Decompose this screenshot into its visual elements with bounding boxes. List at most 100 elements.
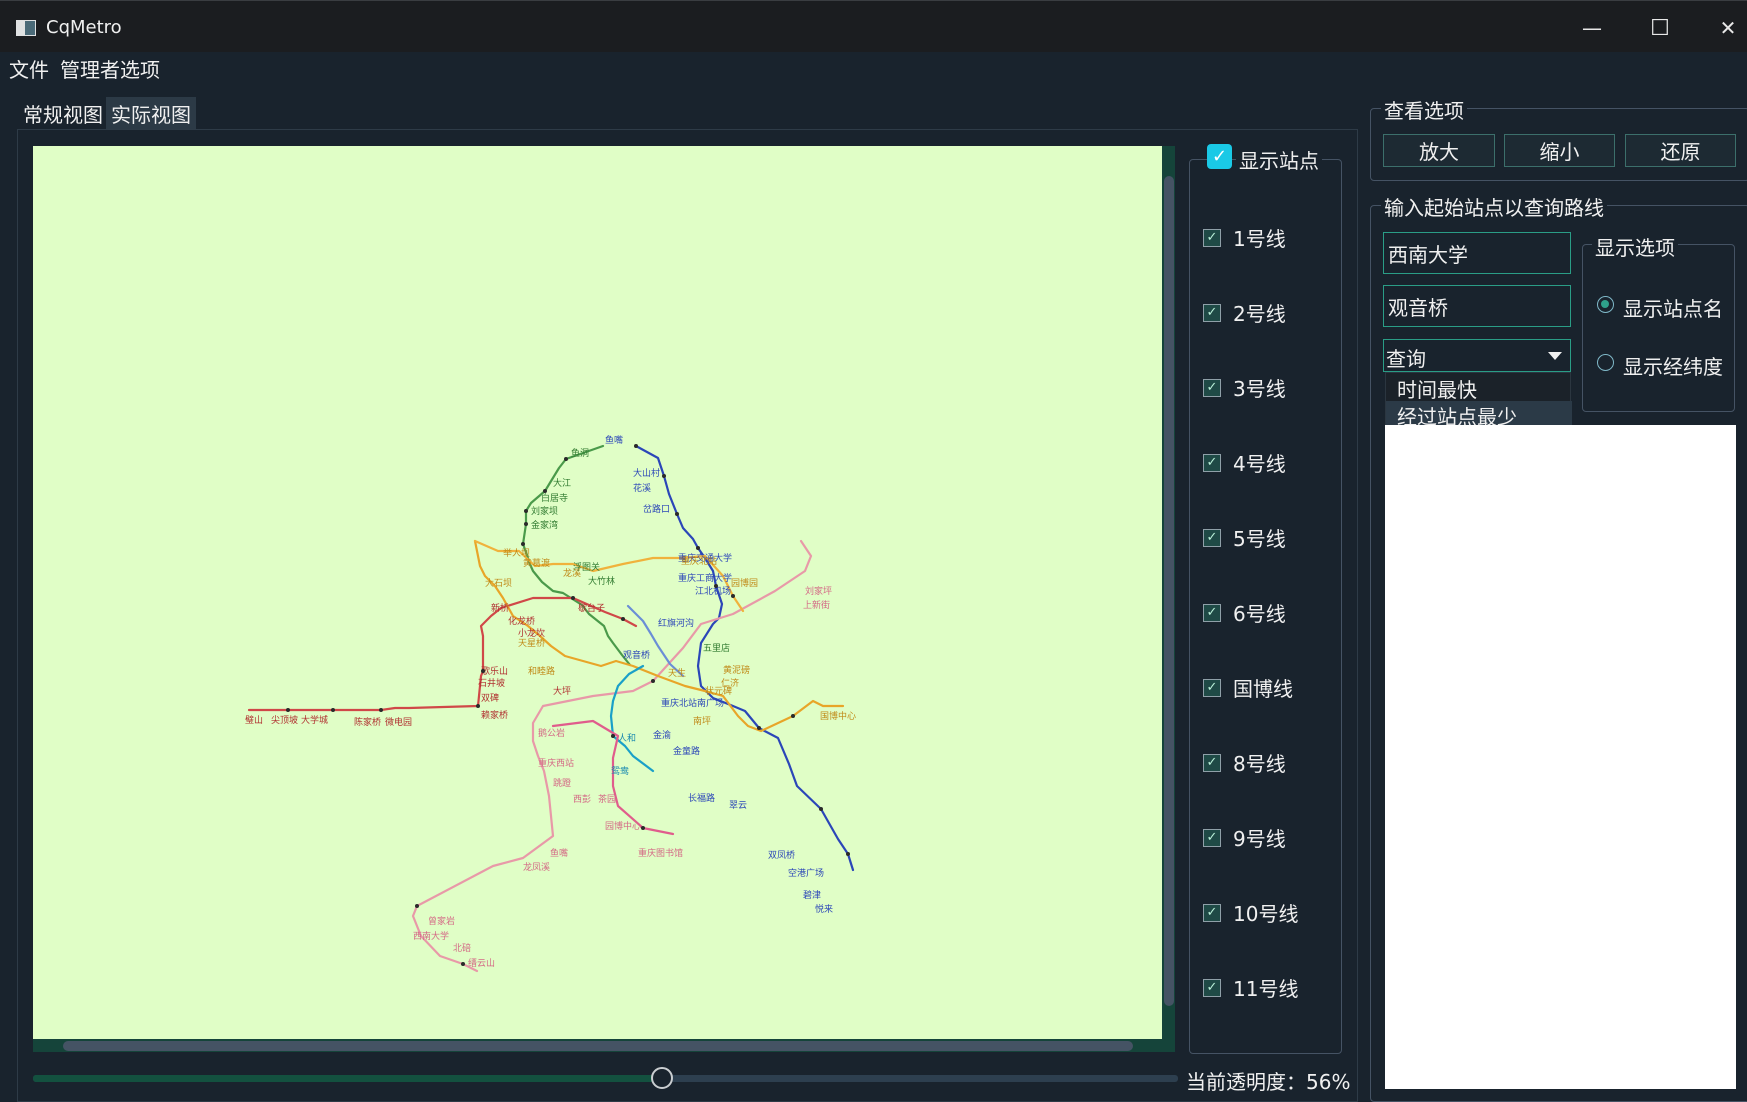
route-result-area[interactable]	[1385, 425, 1736, 1089]
display-options-groupbox	[1582, 244, 1735, 412]
map-label: 双凤桥	[768, 849, 795, 861]
line-checkbox[interactable]: ✓	[1203, 528, 1221, 547]
map-label: 陈家桥	[354, 716, 381, 728]
line-label[interactable]: 2号线	[1233, 298, 1286, 327]
app-icon	[16, 20, 36, 36]
line-label[interactable]: 6号线	[1233, 598, 1286, 627]
map-label: 大竹林	[588, 575, 615, 587]
map-label: 五里店	[703, 642, 730, 654]
line-label[interactable]: 9号线	[1233, 823, 1286, 852]
map-label: 璧山	[245, 714, 263, 726]
show-coords-label[interactable]: 显示经纬度	[1623, 351, 1723, 380]
tab-actual-view[interactable]: 实际视图	[106, 97, 196, 129]
map-label: 举人坝	[503, 547, 530, 559]
map-label: 鱼嘴	[605, 434, 623, 446]
menu-admin[interactable]: 管理者选项	[60, 54, 160, 83]
map-label: 和睦路	[528, 665, 555, 677]
minimize-button[interactable]: —	[1572, 11, 1612, 45]
metro-map-svg: 鱼洞 鱼嘴 大江 白居寺 刘家坝 金家湾 大山村 花溪 岔路口 重庆交通大学 重…	[245, 434, 856, 973]
line-checkbox[interactable]: ✓	[1203, 303, 1221, 322]
line-5-path	[609, 664, 655, 773]
line-label[interactable]: 1号线	[1233, 223, 1286, 252]
line-filter-item[interactable]: ✓ 4号线	[1203, 448, 1286, 477]
map-label: 上新街	[803, 599, 830, 611]
dropdown-option-fastest[interactable]: 时间最快	[1386, 374, 1572, 402]
map-label: 西彭	[573, 793, 591, 805]
chevron-down-icon	[1548, 352, 1562, 360]
map-label: 化龙桥	[508, 615, 535, 627]
zoom-out-button[interactable]: 缩小	[1504, 134, 1615, 167]
line-label[interactable]: 3号线	[1233, 373, 1286, 402]
map-label: 赖家桥	[481, 709, 508, 721]
opacity-slider-handle[interactable]	[651, 1067, 673, 1089]
line-filter-item[interactable]: ✓ 1号线	[1203, 223, 1286, 252]
view-options-title: 查看选项	[1381, 95, 1467, 124]
line-filter-item[interactable]: ✓ 2号线	[1203, 298, 1286, 327]
line-filter-item[interactable]: ✓ 9号线	[1203, 823, 1286, 852]
menu-file[interactable]: 文件	[9, 54, 49, 83]
line-label[interactable]: 8号线	[1233, 748, 1286, 777]
line-checkbox[interactable]: ✓	[1203, 828, 1221, 847]
line-label[interactable]: 11号线	[1233, 973, 1298, 1002]
line-filter-item[interactable]: ✓ 11号线	[1203, 973, 1298, 1002]
query-mode-select[interactable]: 查询	[1383, 339, 1571, 372]
map-label: 北碚	[453, 942, 471, 954]
map-label: 缙云山	[468, 957, 495, 969]
map-label: 石井坡	[478, 677, 505, 689]
tab-normal-view[interactable]: 常规视图	[18, 97, 108, 129]
line-filter-item[interactable]: ✓ 5号线	[1203, 523, 1286, 552]
line-checkbox[interactable]: ✓	[1203, 903, 1221, 922]
line-checkbox[interactable]: ✓	[1203, 378, 1221, 397]
maximize-button[interactable]: ☐	[1640, 11, 1680, 45]
map-label: 刘家坝	[531, 505, 558, 517]
map-label: 西南大学	[413, 930, 449, 942]
line-label[interactable]: 10号线	[1233, 898, 1298, 927]
opacity-label: 当前透明度：56%	[1186, 1070, 1351, 1094]
display-options-title: 显示选项	[1592, 232, 1678, 261]
map-label: 新桥	[491, 602, 509, 614]
map-label: 鱼嘴	[550, 847, 568, 859]
line-filter-item[interactable]: ✓ 6号线	[1203, 598, 1286, 627]
line-checkbox[interactable]: ✓	[1203, 978, 1221, 997]
map-label: 南坪	[693, 715, 711, 727]
close-button[interactable]: ✕	[1708, 11, 1747, 45]
reset-button[interactable]: 还原	[1625, 134, 1736, 167]
map-label: 鹅公岩	[538, 727, 565, 739]
end-station-input[interactable]	[1383, 285, 1571, 327]
zoom-in-button[interactable]: 放大	[1383, 134, 1495, 167]
map-label: 大坪	[553, 685, 571, 697]
title-bar: CqMetro — ☐ ✕	[0, 0, 1747, 52]
line-filter-item[interactable]: ✓ 8号线	[1203, 748, 1286, 777]
line-11-path	[626, 604, 685, 678]
show-stations-checkbox[interactable]: ✓	[1207, 144, 1232, 169]
window-title: CqMetro	[46, 17, 122, 38]
map-horizontal-scroll-thumb[interactable]	[63, 1041, 1133, 1051]
map-label: 状元碑	[705, 685, 732, 697]
map-vertical-scroll-thumb[interactable]	[1164, 176, 1174, 1006]
query-mode-dropdown: 时间最快 经过站点最少	[1385, 372, 1572, 429]
show-names-label[interactable]: 显示站点名	[1623, 293, 1723, 322]
line-label[interactable]: 国博线	[1233, 673, 1293, 702]
map-label: 微电园	[385, 716, 412, 728]
show-names-radio[interactable]	[1597, 296, 1614, 313]
line-label[interactable]: 4号线	[1233, 448, 1286, 477]
line-checkbox[interactable]: ✓	[1203, 453, 1221, 472]
map-label: 岔路口	[643, 503, 670, 515]
line-checkbox[interactable]: ✓	[1203, 678, 1221, 697]
line-1-path	[247, 596, 638, 712]
show-stations-label[interactable]: 显示站点	[1236, 145, 1322, 174]
dropdown-option-fewest-stations[interactable]: 经过站点最少	[1386, 401, 1572, 429]
query-mode-value: 查询	[1386, 347, 1426, 371]
map-label: 长福路	[688, 792, 715, 804]
show-coords-radio[interactable]	[1597, 354, 1614, 371]
start-station-input[interactable]	[1383, 232, 1571, 274]
line-filter-item[interactable]: ✓ 10号线	[1203, 898, 1298, 927]
line-checkbox[interactable]: ✓	[1203, 228, 1221, 247]
line-filter-item[interactable]: ✓ 国博线	[1203, 673, 1293, 702]
map-label: 黄泥磅	[723, 664, 750, 676]
metro-map[interactable]: 鱼洞 鱼嘴 大江 白居寺 刘家坝 金家湾 大山村 花溪 岔路口 重庆交通大学 重…	[33, 146, 1162, 1039]
line-filter-item[interactable]: ✓ 3号线	[1203, 373, 1286, 402]
line-checkbox[interactable]: ✓	[1203, 753, 1221, 772]
line-label[interactable]: 5号线	[1233, 523, 1286, 552]
line-checkbox[interactable]: ✓	[1203, 603, 1221, 622]
